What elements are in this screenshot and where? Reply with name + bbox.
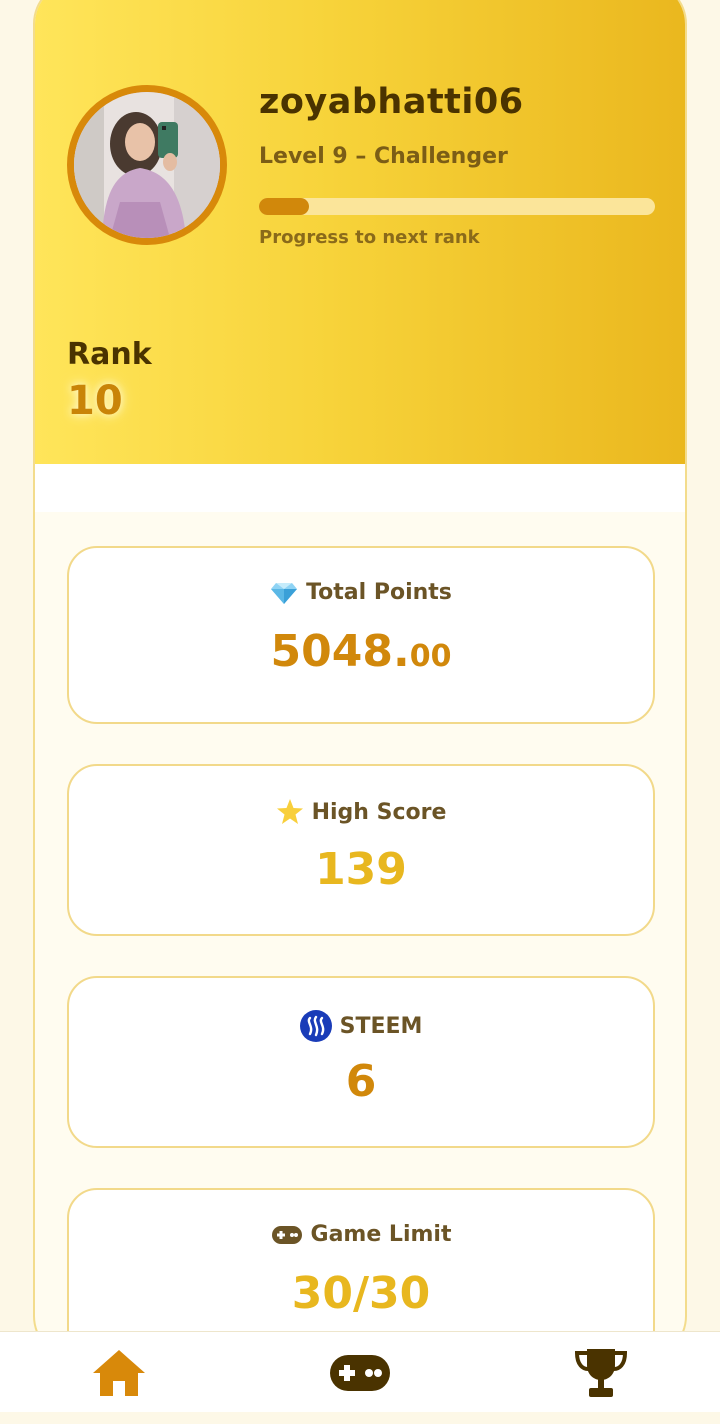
level-text: Level 9 – Challenger — [259, 144, 508, 169]
steem-value: 6 — [345, 1056, 377, 1107]
star-icon — [276, 799, 303, 824]
high-score-card: High Score 139 — [67, 764, 655, 936]
rank-progress-fill — [259, 198, 309, 215]
game-limit-label: Game Limit — [310, 1222, 452, 1247]
profile-photo-icon — [74, 92, 220, 238]
total-points-decimal: 00 — [409, 639, 452, 674]
game-limit-title: Game Limit — [69, 1222, 653, 1247]
bottom-nav — [0, 1331, 720, 1412]
nav-leaderboard-button[interactable] — [566, 1344, 636, 1402]
divider — [35, 464, 685, 512]
high-score-value: 139 — [315, 844, 407, 895]
steem-label: STEEM — [339, 1013, 423, 1039]
gamepad-icon — [330, 1355, 390, 1391]
username: zoyabhatti06 — [259, 82, 524, 122]
high-score-title: High Score — [69, 798, 653, 826]
rank-label: Rank — [67, 337, 152, 372]
rank-progress-bar — [259, 198, 655, 215]
trophy-icon — [574, 1349, 628, 1397]
steem-title: STEEM — [69, 1010, 653, 1042]
total-points-label: Total Points — [306, 580, 452, 605]
profile-card: zoyabhatti06 Level 9 – Challenger Progre… — [33, 0, 687, 1360]
home-icon — [93, 1350, 145, 1396]
profile-header: zoyabhatti06 Level 9 – Challenger Progre… — [35, 0, 685, 464]
gem-icon — [271, 582, 298, 604]
total-points-card: Total Points 5048.00 — [67, 546, 655, 724]
progress-label: Progress to next rank — [259, 227, 480, 248]
avatar[interactable] — [67, 85, 227, 245]
nav-games-button[interactable] — [325, 1344, 395, 1402]
total-points-title: Total Points — [69, 580, 653, 605]
nav-home-button[interactable] — [84, 1344, 154, 1402]
rank-value: 10 — [67, 378, 123, 424]
game-limit-value: 30/30 — [291, 1268, 431, 1319]
steem-icon — [299, 1010, 332, 1042]
total-points-integer: 5048. — [270, 626, 410, 677]
total-points-value: 5048.00 — [69, 626, 653, 677]
steem-card: STEEM 6 — [67, 976, 655, 1148]
gamepad-icon — [271, 1225, 302, 1244]
high-score-label: High Score — [311, 799, 447, 825]
